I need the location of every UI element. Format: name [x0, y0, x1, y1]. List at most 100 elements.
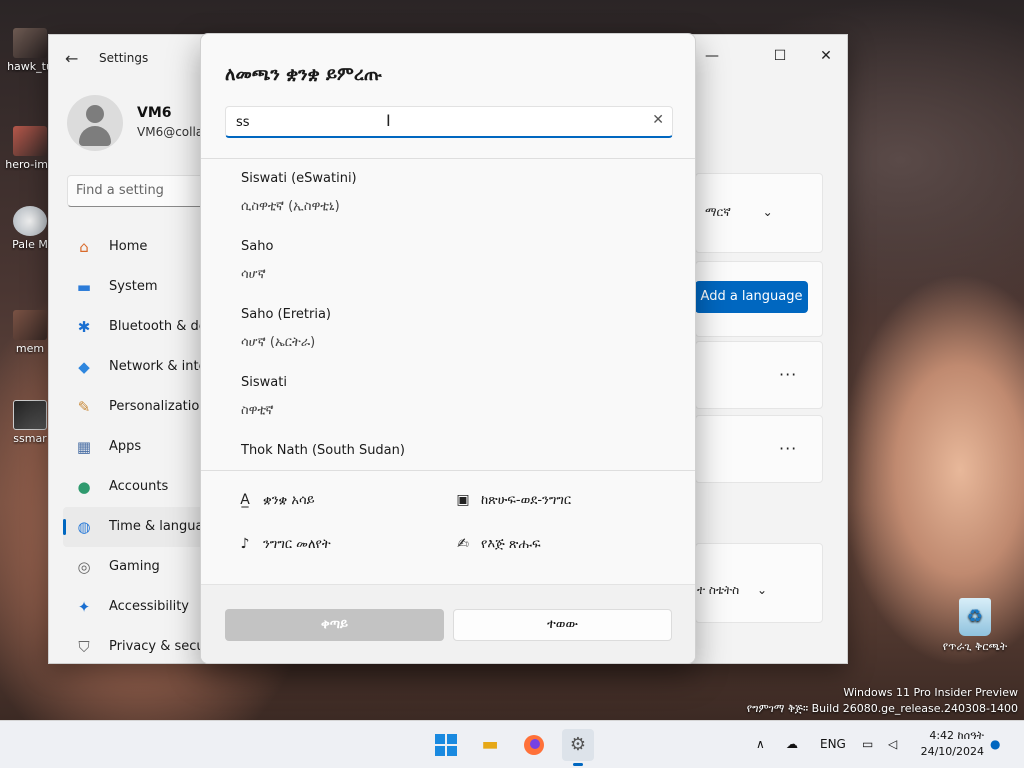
watermark-line2: የግምገማ ቅጅ። Build 26080.ge_release.240308-… [746, 702, 1018, 715]
language-search-box[interactable]: Ι ✕ [225, 106, 673, 138]
feature-handwriting: ✍ የእጅ ጽሑፍ [453, 536, 541, 552]
display-icon[interactable]: ▭ [862, 737, 873, 751]
gaming-icon: ◎ [77, 558, 91, 576]
firefox-logo-icon [524, 735, 544, 755]
sidebar-item-label: Time & languag [109, 519, 212, 534]
file-thumbnail-icon [13, 28, 47, 58]
next-button[interactable]: ቀጣይ [225, 609, 444, 641]
list-item[interactable]: Siswati (eSwatini) ሲስዋቲኛ (ኢስዋቲኒ) [201, 159, 695, 227]
format-dropdown-value: ተ ስቴትስ [697, 583, 740, 597]
network-icon: ◆ [78, 358, 90, 376]
feature-language-pack: A̲ ቋንቋ አሳይ [235, 492, 315, 508]
dialog-footer: ቀጣይ ተወው [201, 584, 695, 663]
recycle-bin[interactable]: ♻ የጥራጊ ቅርጫት [935, 598, 1015, 654]
more-options-button[interactable]: ··· [779, 365, 797, 384]
accessibility-icon: ✦ [77, 598, 91, 616]
sidebar-item-label: Bluetooth & de [109, 319, 207, 334]
taskbar-clock[interactable]: 4:42 ከሰዓት 24/10/2024 [921, 728, 984, 760]
language-name: Saho [241, 239, 274, 254]
language-row-1 [695, 341, 823, 409]
handwriting-icon: ✍ [457, 536, 469, 552]
windows-logo-icon [435, 734, 457, 756]
app-title: Settings [99, 51, 149, 65]
recycle-bin-label: የጥራጊ ቅርጫት [942, 640, 1008, 653]
region-dropdown[interactable]: ማርኛ ⌄ [705, 205, 773, 220]
user-name: VM6 [137, 105, 172, 121]
input-language-indicator[interactable]: ENG [820, 737, 846, 751]
file-thumbnail-icon [13, 400, 47, 430]
language-native-name: ሳሆኛ (ኤርትራ) [241, 335, 316, 350]
add-language-button[interactable]: Add a language [695, 281, 808, 313]
feature-label: ከጽሁፍ-ወደ-ንግግር [481, 493, 572, 508]
home-icon: ⌂ [79, 238, 89, 256]
list-item[interactable]: Siswati ስዋቲኛ [201, 363, 695, 431]
apps-icon: ▦ [76, 438, 92, 456]
volume-muted-icon[interactable]: ◁ [888, 737, 897, 751]
language-native-name: ስዋቲኛ [241, 403, 274, 418]
text-cursor-icon: Ι [386, 111, 391, 130]
maximize-button[interactable]: ☐ [757, 41, 803, 71]
network-status-icon[interactable]: ☁ [786, 737, 798, 751]
start-button[interactable] [430, 729, 462, 761]
chevron-down-icon: ⌄ [762, 205, 773, 219]
clear-search-icon[interactable]: ✕ [652, 112, 664, 128]
language-native-name: ሲስዋቲኛ (ኢስዋቲኒ) [241, 199, 340, 214]
format-dropdown[interactable]: ተ ስቴትስ ⌄ [697, 583, 767, 598]
language-name: Thok Nath (South Sudan) [241, 443, 405, 458]
language-results-list[interactable]: Siswati (eSwatini) ሲስዋቲኛ (ኢስዋቲኒ) Saho ሳሆ… [201, 159, 695, 470]
watermark-line1: Windows 11 Pro Insider Preview [843, 686, 1018, 699]
file-thumbnail-icon [13, 126, 47, 156]
settings-gear-icon[interactable]: ⚙ [562, 729, 594, 766]
language-name: Saho (Eretria) [241, 307, 331, 322]
taskbar: ▬ ⚙ ∧ ☁ ENG ▭ ◁ 4:42 ከሰዓት 24/10/2024 ● [0, 720, 1024, 768]
list-item[interactable]: Saho (Eretria) ሳሆኛ (ኤርትራ) [201, 295, 695, 363]
more-options-button[interactable]: ··· [779, 439, 797, 458]
sidebar-item-label: Personalization [109, 399, 208, 414]
system-icon: ▬ [76, 278, 92, 296]
cancel-button[interactable]: ተወው [453, 609, 672, 641]
chevron-down-icon: ⌄ [757, 583, 768, 597]
close-button[interactable]: ✕ [803, 41, 847, 71]
sidebar-item-label: Gaming [109, 559, 160, 574]
divider [201, 470, 695, 471]
dialog-title: ለመጫን ቋንቋ ይምረጡ [225, 64, 383, 85]
region-dropdown-value: ማርኛ [705, 205, 731, 219]
file-thumbnail-icon [13, 310, 47, 340]
feature-label: ቋንቋ አሳይ [263, 493, 315, 508]
language-row-2 [695, 415, 823, 483]
back-arrow-icon[interactable]: ← [65, 49, 78, 68]
clock-date: 24/10/2024 [920, 745, 984, 758]
feature-label: የእጅ ጽሑፍ [481, 537, 541, 552]
sidebar-item-label: Apps [109, 439, 142, 454]
language-search-input[interactable] [226, 107, 636, 137]
avatar [67, 95, 123, 151]
sidebar-item-label: Network & inte [109, 359, 207, 374]
brush-icon: ✎ [77, 398, 91, 416]
language-pack-icon: A̲ [240, 492, 250, 508]
sidebar-item-label: System [109, 279, 158, 294]
notification-bell-icon[interactable]: ● [990, 737, 1000, 751]
show-hidden-icons-chevron-icon[interactable]: ∧ [756, 737, 765, 751]
feature-speech-recognition: ♪ ንግግር መለየት [235, 536, 331, 552]
shield-icon: ⛉ [78, 638, 90, 656]
feature-text-to-speech: ▣ ከጽሁፍ-ወደ-ንግግር [453, 492, 571, 508]
globe-icon: ◍ [77, 518, 91, 536]
sidebar-item-label: Privacy & secu [109, 639, 205, 654]
accounts-icon: ● [77, 478, 91, 496]
sidebar-item-label: Accessibility [109, 599, 189, 614]
file-explorer-icon[interactable]: ▬ [474, 729, 506, 761]
feature-label: ንግግር መለየት [263, 537, 331, 552]
file-thumbnail-icon [13, 206, 47, 236]
language-native-name: ሳሆኛ [241, 267, 266, 282]
firefox-icon[interactable] [518, 729, 550, 761]
choose-language-dialog: ለመጫን ቋንቋ ይምረጡ Ι ✕ Siswati (eSwatini) ሲስዋ… [200, 33, 696, 664]
sidebar-item-label: Home [109, 239, 148, 254]
list-item[interactable]: Saho ሳሆኛ [201, 227, 695, 295]
text-to-speech-icon: ▣ [456, 492, 470, 508]
language-name: Siswati [241, 375, 287, 390]
clock-time: 4:42 ከሰዓት [929, 729, 984, 742]
language-name: Siswati (eSwatini) [241, 171, 357, 186]
sidebar-item-label: Accounts [109, 479, 169, 494]
list-item[interactable]: Thok Nath (South Sudan) [201, 431, 695, 470]
bluetooth-icon: ✱ [77, 318, 91, 336]
